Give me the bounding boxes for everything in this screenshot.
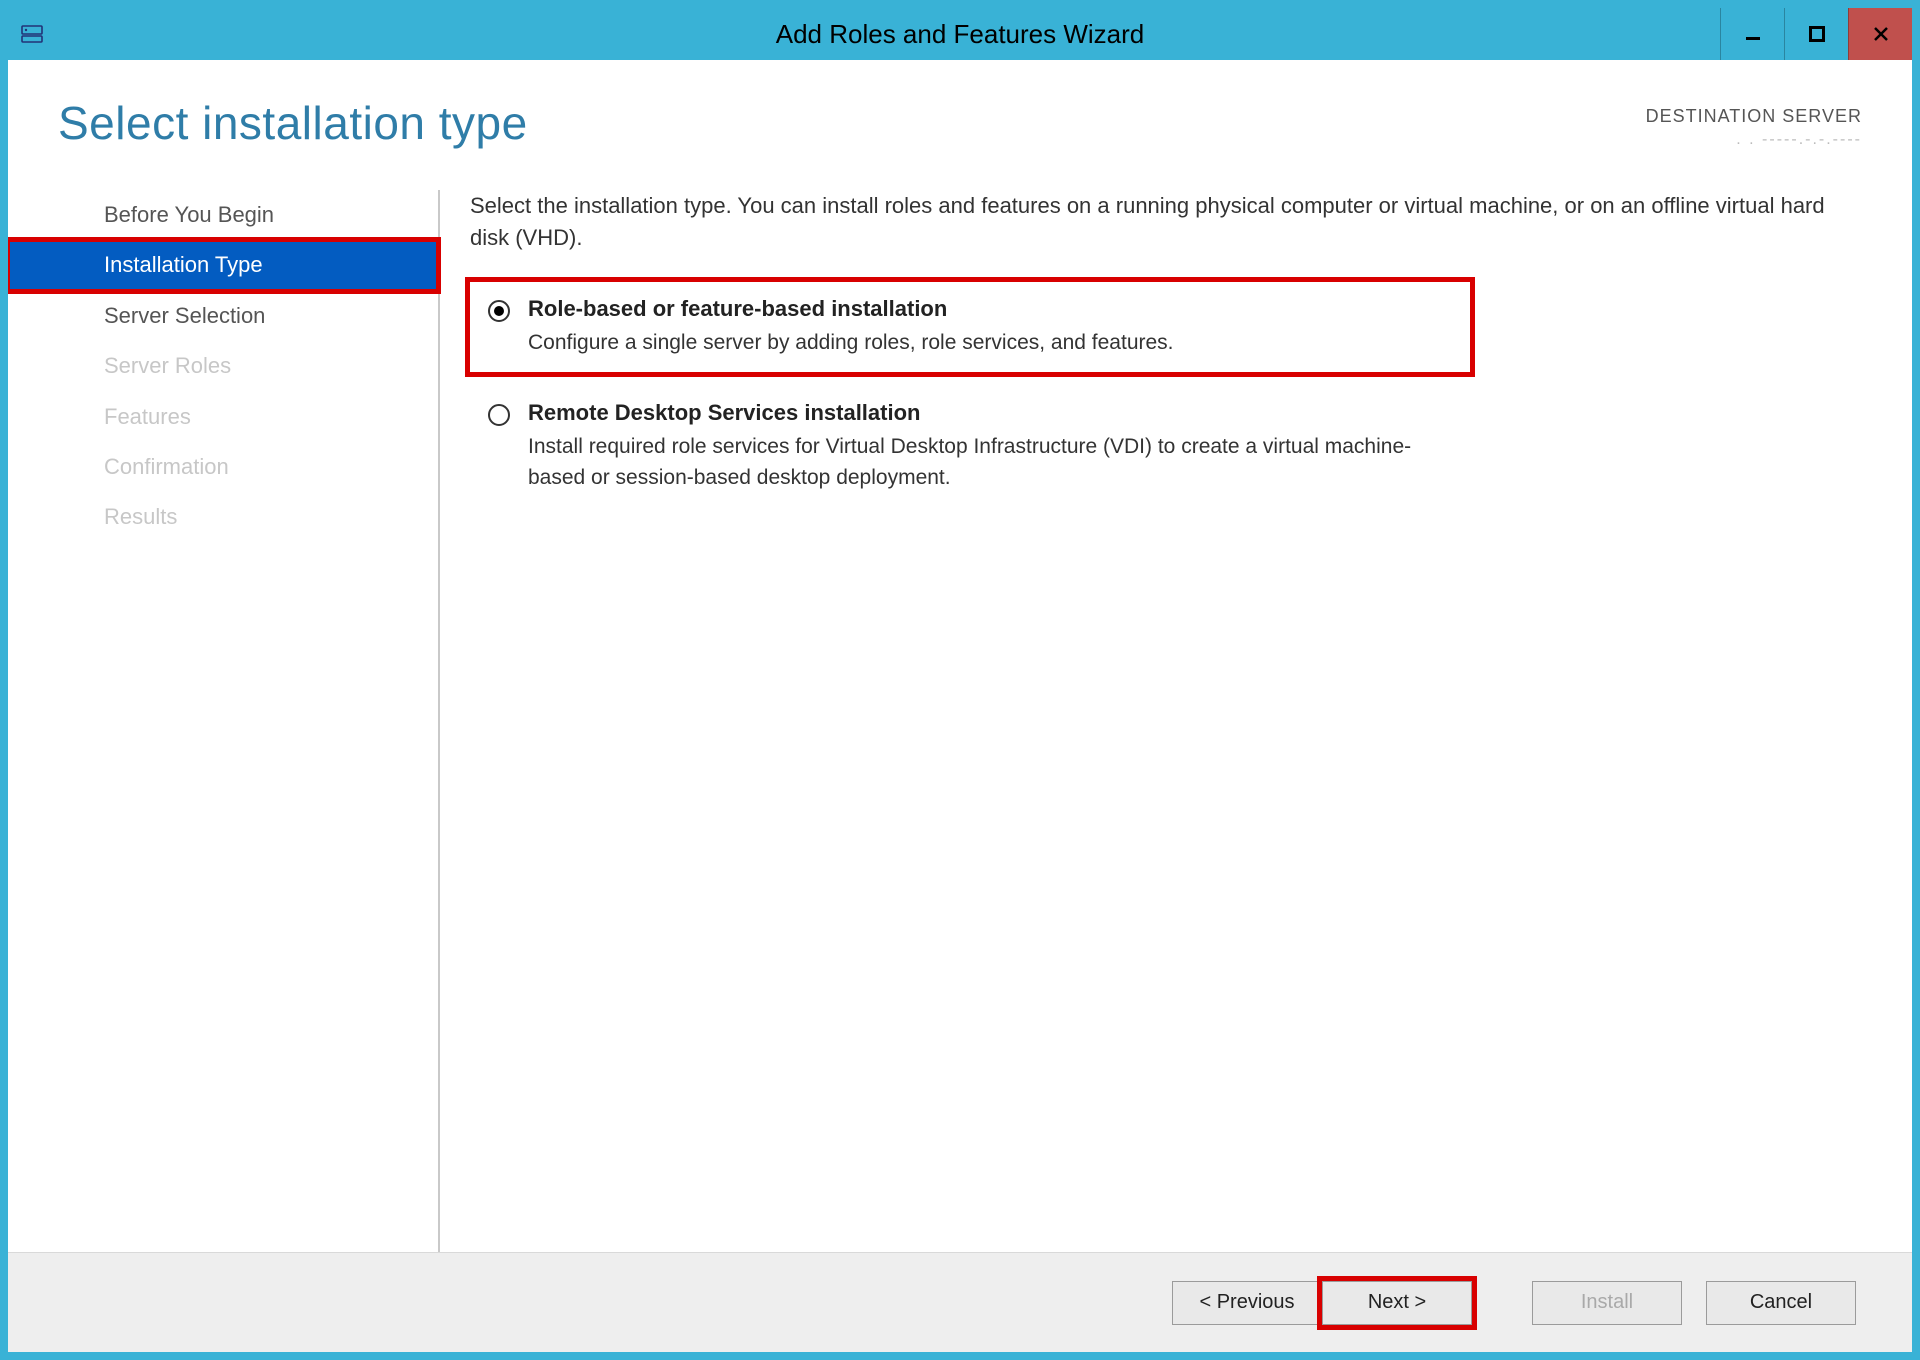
- option-rds-desc: Install required role services for Virtu…: [528, 432, 1452, 493]
- step-server-selection[interactable]: Server Selection: [8, 291, 438, 341]
- content-divider: [438, 190, 440, 1252]
- content-pane: Select the installation type. You can in…: [470, 180, 1862, 1252]
- option-role-based-title: Role-based or feature-based installation: [528, 296, 1452, 322]
- option-role-based-desc: Configure a single server by adding role…: [528, 328, 1452, 358]
- destination-server-value: . . -----.-.-.----: [1646, 131, 1862, 149]
- cancel-button[interactable]: Cancel: [1706, 1281, 1856, 1325]
- step-installation-type[interactable]: Installation Type: [8, 240, 438, 290]
- option-role-based[interactable]: Role-based or feature-based installation…: [470, 282, 1470, 372]
- server-manager-icon: [18, 20, 46, 48]
- step-confirmation: Confirmation: [8, 442, 438, 492]
- intro-text: Select the installation type. You can in…: [470, 190, 1862, 254]
- minimize-button[interactable]: [1720, 8, 1784, 60]
- radio-rds[interactable]: [488, 404, 510, 426]
- step-results: Results: [8, 492, 438, 542]
- destination-server-block: DESTINATION SERVER . . -----.-.-.----: [1646, 96, 1862, 149]
- install-button: Install: [1532, 1281, 1682, 1325]
- minimize-icon: [1745, 26, 1761, 42]
- option-role-based-text: Role-based or feature-based installation…: [528, 296, 1452, 358]
- window-title: Add Roles and Features Wizard: [776, 19, 1145, 50]
- maximize-button[interactable]: [1784, 8, 1848, 60]
- nav-button-group: < Previous Next >: [1172, 1281, 1472, 1325]
- wizard-steps-sidebar: Before You Begin Installation Type Serve…: [8, 180, 438, 1252]
- window-controls: [1720, 8, 1912, 60]
- page-heading: Select installation type: [58, 96, 528, 150]
- body-area: Before You Begin Installation Type Serve…: [8, 160, 1912, 1252]
- radio-role-based[interactable]: [488, 300, 510, 322]
- close-icon: [1873, 26, 1889, 42]
- wizard-window: Add Roles and Features Wizard Select ins…: [0, 0, 1920, 1360]
- maximize-icon: [1809, 26, 1825, 42]
- footer: < Previous Next > Install Cancel: [8, 1252, 1912, 1352]
- step-before-you-begin[interactable]: Before You Begin: [8, 190, 438, 240]
- step-server-roles: Server Roles: [8, 341, 438, 391]
- option-rds-title: Remote Desktop Services installation: [528, 400, 1452, 426]
- destination-server-label: DESTINATION SERVER: [1646, 106, 1862, 127]
- previous-button[interactable]: < Previous: [1172, 1281, 1322, 1325]
- step-features: Features: [8, 392, 438, 442]
- header-area: Select installation type DESTINATION SER…: [8, 60, 1912, 160]
- next-button[interactable]: Next >: [1322, 1281, 1472, 1325]
- option-rds-text: Remote Desktop Services installation Ins…: [528, 400, 1452, 493]
- titlebar: Add Roles and Features Wizard: [8, 8, 1912, 60]
- action-button-group: Install Cancel: [1532, 1281, 1856, 1325]
- close-button[interactable]: [1848, 8, 1912, 60]
- option-rds[interactable]: Remote Desktop Services installation Ins…: [470, 386, 1470, 507]
